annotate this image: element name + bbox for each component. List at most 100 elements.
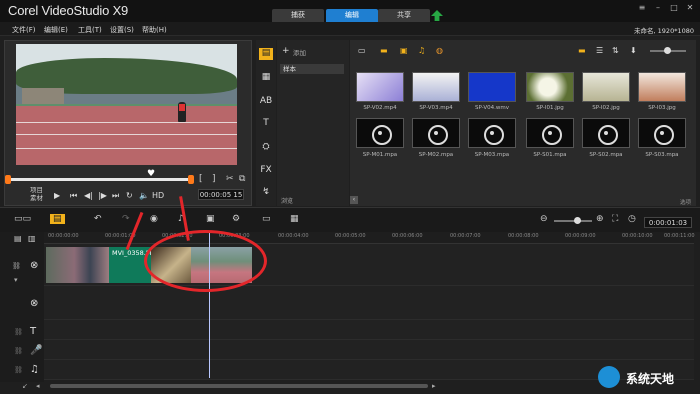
menu-help[interactable]: 帮助(H): [142, 25, 167, 35]
media-label: SP-M01.mpa: [362, 152, 398, 158]
multi-camera-icon[interactable]: ▦: [290, 214, 299, 224]
menu-tools[interactable]: 工具(T): [78, 25, 102, 35]
filter-fx-icon[interactable]: FX: [259, 165, 273, 177]
preview-timecode[interactable]: 00:00:05 15: [198, 189, 244, 200]
tab-share[interactable]: 共享: [378, 9, 430, 22]
path-icon[interactable]: ↯: [259, 187, 273, 199]
tab-capture[interactable]: 捕获: [272, 9, 324, 22]
redo-icon[interactable]: ↷: [122, 214, 130, 224]
subtitle-icon[interactable]: ▭: [262, 214, 271, 224]
motion-tracking-icon[interactable]: ⚙: [232, 214, 240, 224]
online-media-icon[interactable]: ◍: [436, 46, 443, 55]
play-mode[interactable]: 项目 素材: [30, 186, 43, 202]
mark-out-icon[interactable]: ]: [212, 174, 216, 184]
audio-thumb[interactable]: [582, 118, 630, 148]
show-photo-icon[interactable]: ▣: [400, 46, 408, 55]
title-icon[interactable]: T: [259, 118, 273, 130]
menu-file[interactable]: 文件(F): [12, 25, 36, 35]
collapse-icon[interactable]: ‹: [350, 196, 358, 204]
music-track[interactable]: [44, 360, 694, 380]
volume-icon[interactable]: 🔈: [139, 191, 149, 200]
timeline-timecode[interactable]: 0:00:01:03: [644, 217, 692, 228]
scroll-left-icon[interactable]: ◂: [36, 382, 40, 390]
trim-marker-start[interactable]: [5, 175, 11, 184]
timeline-view-icon[interactable]: ▤: [50, 214, 65, 224]
chapter-icon[interactable]: ▥: [28, 234, 36, 243]
media-thumb[interactable]: [526, 72, 574, 102]
close-icon[interactable]: ✕: [684, 3, 696, 12]
link-icon[interactable]: ⛓: [14, 328, 23, 336]
next-frame-icon[interactable]: |▶: [98, 191, 107, 200]
link-icon[interactable]: ⛓: [12, 262, 21, 270]
timeline-scrollbar[interactable]: [50, 384, 428, 388]
mode-clip[interactable]: 素材: [30, 194, 43, 202]
menu-icon[interactable]: ≡: [636, 3, 648, 12]
zoom-handle[interactable]: [574, 217, 581, 224]
track-manager-icon[interactable]: ▤: [14, 234, 22, 243]
transition-icon[interactable]: AB: [259, 96, 273, 108]
options-icon[interactable]: 选项: [680, 198, 691, 206]
thumb-view-icon[interactable]: ▬: [578, 46, 586, 55]
home-icon[interactable]: ⏮: [70, 191, 77, 201]
browse-button[interactable]: 浏览: [281, 196, 293, 205]
zoom-in-icon[interactable]: ⊕: [596, 214, 604, 224]
overlay-track[interactable]: [44, 286, 694, 320]
folder-sample[interactable]: 样本: [280, 64, 344, 74]
instant-project-icon[interactable]: ▦: [259, 72, 273, 84]
maximize-icon[interactable]: □: [668, 3, 680, 12]
sort-icon[interactable]: ⇅: [612, 46, 619, 55]
minimize-icon[interactable]: –: [652, 3, 664, 12]
graphic-icon[interactable]: ⛭: [259, 142, 273, 154]
menu-settings[interactable]: 设置(S): [110, 25, 134, 35]
show-audio-icon[interactable]: ♫: [418, 46, 425, 55]
tab-edit[interactable]: 编辑: [326, 9, 378, 22]
media-thumb[interactable]: [468, 72, 516, 102]
media-thumb[interactable]: [638, 72, 686, 102]
voice-track[interactable]: [44, 340, 694, 360]
media-thumb[interactable]: [356, 72, 404, 102]
end-icon[interactable]: ⏭: [112, 191, 119, 201]
video-clip-thumb[interactable]: [46, 247, 109, 283]
undo-icon[interactable]: ↶: [94, 214, 102, 224]
mark-in-icon[interactable]: [: [199, 174, 203, 184]
split-icon[interactable]: ✂: [226, 174, 234, 184]
list-view-icon[interactable]: ☰: [596, 46, 603, 55]
bottom-left-icon[interactable]: ↙: [22, 382, 28, 390]
zoom-slider[interactable]: [554, 220, 592, 222]
prev-frame-icon[interactable]: ◀|: [84, 191, 93, 200]
add-icon[interactable]: +: [282, 46, 290, 56]
scrub-bar[interactable]: [8, 178, 192, 181]
mode-project[interactable]: 项目: [30, 186, 43, 194]
hd-label[interactable]: HD: [152, 191, 164, 200]
media-thumb[interactable]: [412, 72, 460, 102]
auto-music-icon[interactable]: ▣: [206, 214, 215, 224]
folder-icon[interactable]: ▭: [358, 46, 366, 55]
repeat-icon[interactable]: ↻: [126, 191, 133, 200]
audio-thumb[interactable]: [412, 118, 460, 148]
audio-thumb[interactable]: [356, 118, 404, 148]
fit-project-icon[interactable]: ⛶: [612, 214, 618, 224]
audio-thumb[interactable]: [468, 118, 516, 148]
media-thumb[interactable]: [582, 72, 630, 102]
media-icon[interactable]: ▤: [259, 48, 273, 60]
thumb-size-handle[interactable]: [664, 47, 671, 54]
audio-thumb[interactable]: [526, 118, 574, 148]
copy-icon[interactable]: ⧉: [239, 174, 245, 184]
audio-thumb[interactable]: [638, 118, 686, 148]
import-icon[interactable]: ⬇: [630, 46, 637, 55]
record-capture-icon[interactable]: ◉: [150, 214, 158, 224]
add-folder-label[interactable]: 添加: [293, 47, 306, 57]
link-icon[interactable]: ⛓: [14, 347, 23, 355]
zoom-out-icon[interactable]: ⊖: [540, 214, 548, 224]
track-menu-icon[interactable]: ▾: [14, 276, 18, 284]
storyboard-view-icon[interactable]: ▭▭: [14, 214, 31, 224]
play-icon[interactable]: ▶: [54, 191, 60, 200]
scroll-right-icon[interactable]: ▸: [432, 382, 436, 390]
link-icon[interactable]: ⛓: [14, 366, 23, 374]
trim-marker-end[interactable]: [188, 175, 194, 184]
scrubber-playhead[interactable]: ♥: [147, 169, 155, 179]
menu-edit[interactable]: 编辑(E): [44, 25, 68, 35]
timeline-ruler[interactable]: [44, 232, 694, 244]
show-video-icon[interactable]: ▬: [380, 46, 388, 55]
title-track[interactable]: [44, 320, 694, 340]
